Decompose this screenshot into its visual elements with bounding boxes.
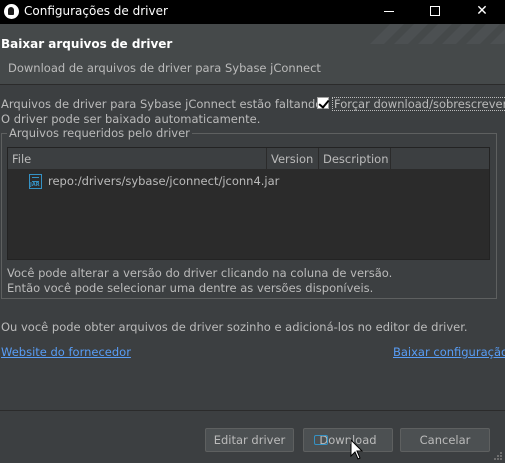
footer-separator	[0, 410, 505, 411]
download-button[interactable]: Download	[303, 428, 393, 452]
checkbox-checked-icon[interactable]	[317, 97, 329, 109]
vendor-website-link[interactable]: Website do fornecedor	[1, 345, 131, 359]
maximize-button[interactable]	[412, 0, 458, 24]
mouse-cursor-icon	[350, 439, 364, 460]
hint-line-2: Então você pode selecionar uma dentre as…	[7, 281, 374, 295]
force-download-label[interactable]: Forçar download/sobrescrever	[332, 97, 505, 111]
driver-files-table[interactable]: File Version Description JAR repo:/drive…	[7, 147, 490, 260]
hint-line-1: Você pode alterar a versão do driver cli…	[7, 266, 393, 280]
table-header: File Version Description	[8, 148, 489, 170]
download-configuration-link[interactable]: Baixar configuração	[393, 345, 505, 359]
header-description: Download de arquivos de driver para Syba…	[8, 61, 321, 75]
cancel-button[interactable]: Cancelar	[400, 428, 490, 452]
header-title: Baixar arquivos de driver	[1, 37, 173, 51]
own-files-text: Ou você pode obter arquivos de driver so…	[1, 320, 468, 334]
status-line-1: Arquivos de driver para Sybase jConnect …	[1, 97, 326, 111]
header-separator	[0, 84, 505, 85]
column-header-file[interactable]: File	[8, 148, 267, 170]
missing-files-status: Arquivos de driver para Sybase jConnect …	[1, 97, 326, 127]
window-title: Configurações de driver	[24, 4, 168, 18]
maximize-icon	[430, 6, 440, 16]
status-line-2: O driver pode ser baixado automaticament…	[1, 112, 261, 126]
edit-driver-button[interactable]: Editar driver	[205, 428, 294, 452]
required-files-group-title: Arquivos requeridos pelo driver	[7, 126, 192, 140]
resize-grip-icon[interactable]	[493, 451, 503, 461]
focus-indicator-icon	[314, 435, 328, 445]
wizard-header: Baixar arquivos de driver Download de ar…	[0, 24, 505, 84]
version-hint: Você pode alterar a versão do driver cli…	[7, 266, 392, 296]
jar-file-icon: JAR	[29, 174, 42, 189]
header-decoration	[355, 24, 505, 44]
title-bar: Configurações de driver ✕	[0, 0, 505, 24]
column-header-version[interactable]: Version	[267, 148, 319, 170]
dbeaver-app-icon	[4, 4, 19, 19]
close-button[interactable]: ✕	[459, 0, 505, 24]
file-path-cell[interactable]: repo:/drivers/sybase/jconnect/jconn4.jar	[48, 174, 279, 188]
column-header-description[interactable]: Description	[319, 148, 391, 170]
table-row[interactable]: JAR repo:/drivers/sybase/jconnect/jconn4…	[8, 172, 489, 190]
minimize-icon	[384, 10, 394, 12]
close-icon: ✕	[476, 3, 488, 19]
minimize-button[interactable]	[366, 0, 412, 24]
